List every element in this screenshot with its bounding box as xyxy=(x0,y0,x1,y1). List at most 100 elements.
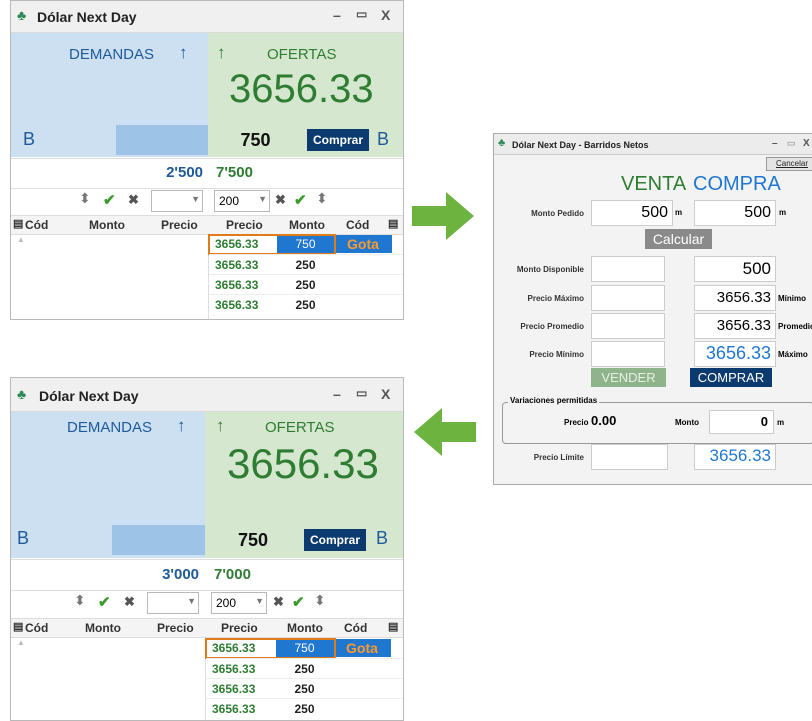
monto-pedido-compra-input[interactable]: 500 xyxy=(694,200,776,226)
demand-arrow-up-icon: ↑ xyxy=(179,43,188,62)
col-precio-right[interactable]: Precio xyxy=(226,218,263,232)
offer-qty-select[interactable]: 200 ▼ xyxy=(214,190,270,212)
table-row[interactable]: 3656.33 250 xyxy=(206,658,403,678)
cancel-x-icon[interactable]: ✖ xyxy=(124,594,135,610)
col-precio-left[interactable]: Precio xyxy=(157,621,194,635)
row-price: 3656.33 xyxy=(212,662,256,676)
vender-button[interactable]: VENDER xyxy=(591,368,666,387)
grid-menu-icon[interactable]: ▤ xyxy=(388,217,398,230)
table-row[interactable]: 3656.33 250 xyxy=(206,678,403,698)
demandas-label: DEMANDAS xyxy=(67,419,153,436)
table-row[interactable]: 3656.33 250 xyxy=(209,294,403,314)
offer-qty-field[interactable]: 750 xyxy=(205,525,301,555)
comprar-button[interactable]: Comprar xyxy=(307,129,369,151)
close-icon[interactable]: X xyxy=(803,138,810,149)
col-cod-right[interactable]: Cód xyxy=(344,621,367,635)
precio-variacion-value[interactable]: 0.00 xyxy=(591,413,616,428)
ofertas-label: OFERTAS xyxy=(265,419,335,436)
table-row[interactable]: 3656.33 250 xyxy=(209,274,403,294)
window-title: Dólar Next Day xyxy=(39,388,139,404)
minimize-icon[interactable]: – xyxy=(772,138,778,149)
precio-minimo-compra: 3656.33 xyxy=(694,341,776,367)
variaciones-label: Variaciones permitidas xyxy=(508,396,600,405)
totals-row xyxy=(11,559,403,591)
arrow-left-icon xyxy=(414,408,476,456)
col-monto-left[interactable]: Monto xyxy=(85,621,121,635)
minimize-icon[interactable]: – xyxy=(333,7,341,23)
cancel-x-icon[interactable]: ✖ xyxy=(128,192,139,208)
monto-variacion-input[interactable]: 0 xyxy=(709,410,774,434)
offer-qty-select-value: 200 xyxy=(216,596,237,610)
spin-updown-icon[interactable]: ⬍ xyxy=(79,190,91,207)
grid-menu-icon[interactable]: ▤ xyxy=(388,620,398,633)
cancelar-button[interactable]: Cancelar xyxy=(766,157,812,171)
row-monto: 250 xyxy=(294,682,315,696)
col-cod-left[interactable]: Cód xyxy=(25,218,48,232)
col-precio-left[interactable]: Precio xyxy=(161,218,198,232)
table-row[interactable]: 3656.33 250 xyxy=(206,698,403,718)
venta-header: VENTA xyxy=(621,173,687,195)
grid-menu-icon[interactable]: ▤ xyxy=(13,217,23,230)
comprar-button[interactable]: Comprar xyxy=(304,529,366,551)
minimo-label: Mínimo xyxy=(778,294,806,303)
comprar-dialog-button[interactable]: COMPRAR xyxy=(690,368,772,387)
monto-variacion-label: Monto xyxy=(675,418,699,427)
total-demand: 3'000 xyxy=(162,566,199,583)
row-monto: 250 xyxy=(294,702,315,716)
minimize-icon[interactable]: – xyxy=(333,386,341,402)
confirm-check-icon[interactable]: ✔ xyxy=(294,191,307,209)
calcular-button[interactable]: Calcular xyxy=(645,229,712,249)
close-icon[interactable]: X xyxy=(381,7,390,23)
offer-qty-select-value: 200 xyxy=(219,194,240,208)
app-logo-icon: ♣ xyxy=(17,7,27,23)
title-bar[interactable]: ♣ Dólar Next Day – ▭ X xyxy=(11,378,403,412)
scroll-up-icon[interactable]: ▲ xyxy=(17,235,25,244)
spin-updown-icon[interactable]: ⬍ xyxy=(74,592,86,609)
precio-variacion-label: Precio xyxy=(564,418,589,427)
spin-updown-icon[interactable]: ⬍ xyxy=(316,190,328,207)
title-bar[interactable]: ♣ Dólar Next Day – ▭ X xyxy=(11,1,403,33)
col-monto-left[interactable]: Monto xyxy=(89,218,125,232)
offer-qty-field[interactable]: 750 xyxy=(208,125,303,155)
grid-menu-icon[interactable]: ▤ xyxy=(13,620,23,633)
scroll-up-icon[interactable]: ▲ xyxy=(17,638,25,647)
ofertas-label: OFERTAS xyxy=(267,46,337,63)
confirm-check-icon[interactable]: ✔ xyxy=(292,593,305,611)
arrow-right-icon xyxy=(412,192,474,240)
broker-b-right: B xyxy=(377,129,390,149)
demand-input-field[interactable] xyxy=(112,525,205,555)
confirm-check-icon[interactable]: ✔ xyxy=(103,191,116,209)
totals-row xyxy=(11,158,403,189)
monto-pedido-venta-input[interactable]: 500 xyxy=(591,200,673,226)
demand-qty-select[interactable]: ▼ xyxy=(147,592,199,614)
maximize-icon[interactable]: ▭ xyxy=(356,386,367,400)
table-row[interactable]: 3656.33 250 xyxy=(209,254,403,274)
precio-limite-compra[interactable]: 3656.33 xyxy=(694,444,776,470)
col-precio-right[interactable]: Precio xyxy=(221,621,258,635)
cancel-x-icon[interactable]: ✖ xyxy=(275,192,286,208)
row-monto: 250 xyxy=(295,298,316,312)
row-cod-gota: Gota xyxy=(334,235,392,253)
offer-qty-select[interactable]: 200 ▼ xyxy=(211,592,267,614)
close-icon[interactable]: X xyxy=(381,386,390,402)
confirm-check-icon[interactable]: ✔ xyxy=(98,593,111,611)
cancel-x-icon[interactable]: ✖ xyxy=(273,594,284,610)
precio-maximo-compra-value: 3656.33 xyxy=(716,289,771,306)
demand-qty-select[interactable]: ▼ xyxy=(151,190,203,212)
maximize-icon[interactable]: ▭ xyxy=(356,7,367,21)
col-cod-left[interactable]: Cód xyxy=(25,621,48,635)
demand-input-field[interactable] xyxy=(116,125,208,155)
maximize-icon[interactable]: ▭ xyxy=(787,138,796,149)
precio-limite-venta[interactable] xyxy=(591,444,668,470)
spin-updown-icon[interactable]: ⬍ xyxy=(314,592,326,609)
col-monto-right[interactable]: Monto xyxy=(287,621,323,635)
total-offer: 7'000 xyxy=(214,566,251,583)
total-demand: 2'500 xyxy=(166,164,203,181)
precio-maximo-venta xyxy=(591,285,665,311)
col-cod-right[interactable]: Cód xyxy=(346,218,369,232)
col-monto-right[interactable]: Monto xyxy=(289,218,325,232)
app-logo-icon: ♣ xyxy=(17,386,27,402)
monto-pedido-venta-value: 500 xyxy=(641,204,668,221)
unit-m: m xyxy=(779,208,787,217)
demandas-label: DEMANDAS xyxy=(69,46,155,63)
